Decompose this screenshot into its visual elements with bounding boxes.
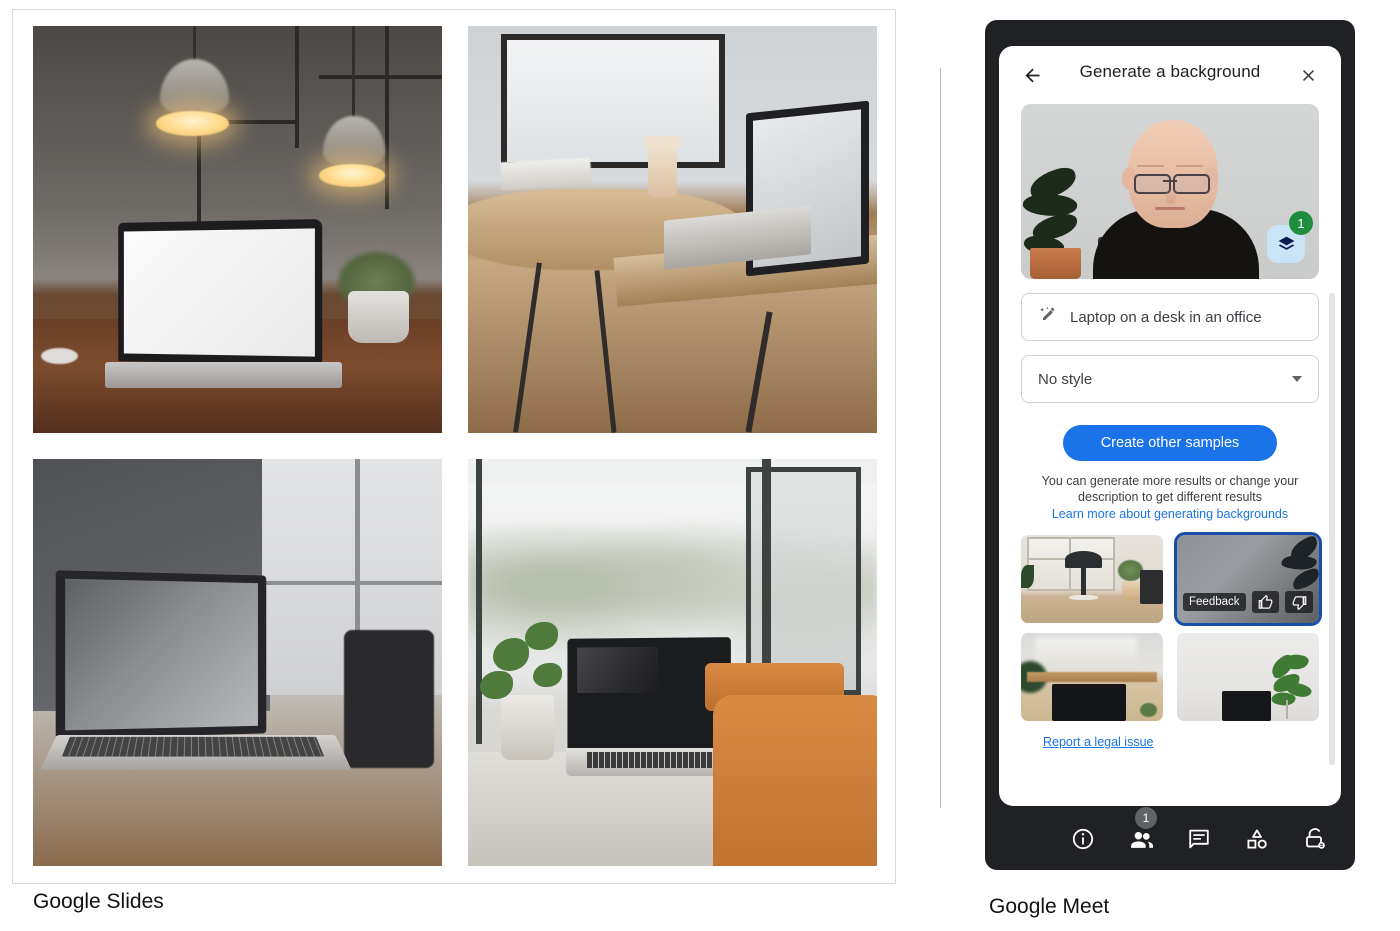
report-legal-issue-link[interactable]: Report a legal issue [1043, 735, 1153, 749]
slide-photo-2[interactable] [468, 26, 877, 433]
learn-more-link[interactable]: Learn more about generating backgrounds [1021, 507, 1319, 521]
scrollbar[interactable] [1329, 293, 1335, 765]
google-meet-panel: Generate a background 1 Laptop on a desk… [985, 20, 1355, 918]
google-slides-panel: Google Slides [0, 0, 940, 931]
slide-photo-4[interactable] [468, 459, 877, 866]
sheet-title: Generate a background [1079, 62, 1261, 81]
effects-badge: 1 [1289, 211, 1313, 235]
people-icon[interactable]: 1 [1127, 807, 1157, 853]
chat-icon[interactable] [1185, 825, 1213, 853]
helper-text: You can generate more results or change … [1041, 474, 1299, 504]
plant-decor [1267, 651, 1316, 719]
background-thumbnail-4[interactable] [1177, 633, 1319, 721]
close-icon[interactable] [1293, 60, 1323, 90]
background-thumbnail-3[interactable] [1021, 633, 1163, 721]
sheet-header: Generate a background [999, 46, 1341, 104]
photo-grid [33, 26, 877, 866]
meet-window: Generate a background 1 Laptop on a desk… [985, 20, 1355, 870]
style-value: No style [1038, 370, 1093, 388]
lock-shield-icon[interactable] [1301, 825, 1329, 853]
prompt-input[interactable]: Laptop on a desk in an office [1021, 293, 1319, 341]
plant-pot [1029, 247, 1081, 279]
magic-wand-icon [1038, 305, 1058, 329]
create-other-samples-button[interactable]: Create other samples [1063, 425, 1277, 461]
prompt-value: Laptop on a desk in an office [1070, 308, 1262, 326]
style-select[interactable]: No style [1021, 355, 1319, 403]
slide-photo-3[interactable] [33, 459, 442, 866]
self-video-preview[interactable]: 1 [1021, 104, 1319, 279]
background-thumbnail-2[interactable]: Feedback [1174, 532, 1322, 626]
thumb-up-icon[interactable] [1251, 591, 1280, 613]
section-divider [940, 68, 941, 808]
meeting-details-icon[interactable] [1069, 825, 1097, 853]
slides-caption: Google Slides [33, 890, 164, 913]
shapes-icon[interactable] [1243, 825, 1271, 853]
meet-bottom-bar: 1 [985, 807, 1355, 870]
thumb-down-icon[interactable] [1285, 591, 1313, 613]
chevron-down-icon [1292, 376, 1302, 382]
people-badge: 1 [1135, 807, 1157, 829]
slide-canvas [12, 9, 896, 884]
slide-photo-1[interactable] [33, 26, 442, 433]
feedback-bar: Feedback [1177, 589, 1319, 615]
background-thumbnail-1[interactable] [1021, 535, 1163, 623]
generate-background-sheet: Generate a background 1 Laptop on a desk… [999, 46, 1341, 806]
background-thumbnail-grid: Feedback [1021, 532, 1322, 721]
sheet-scroll-area: Laptop on a desk in an office No style C… [999, 293, 1341, 765]
meet-caption: Google Meet [989, 895, 1110, 918]
feedback-label: Feedback [1183, 593, 1246, 611]
